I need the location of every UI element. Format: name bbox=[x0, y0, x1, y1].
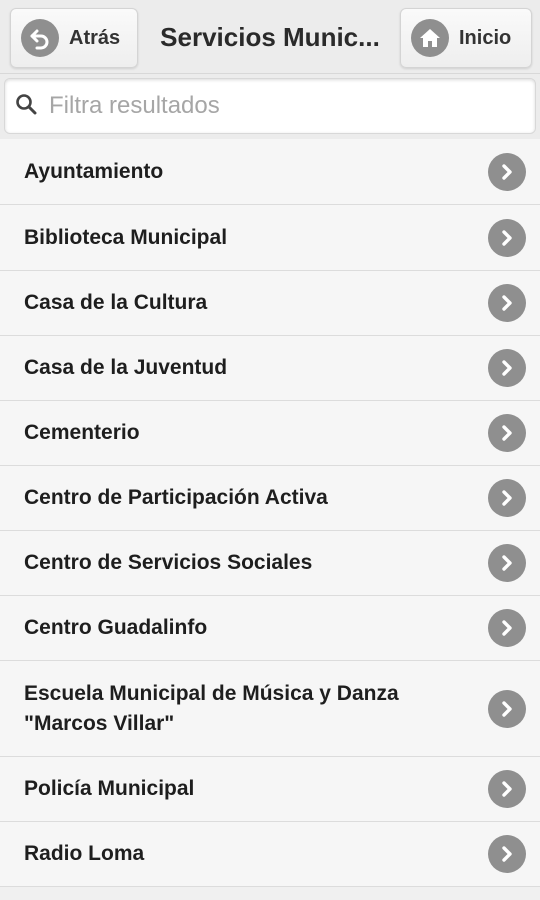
list-item[interactable]: Centro Guadalinfo bbox=[0, 596, 540, 661]
chevron-right-icon bbox=[488, 689, 526, 728]
list-item-label: Policía Municipal bbox=[24, 777, 195, 800]
back-button-label: Atrás bbox=[69, 26, 121, 49]
list-item[interactable]: Ayuntamiento bbox=[0, 139, 540, 205]
list-item-label: Radio Loma bbox=[24, 842, 145, 865]
search-field[interactable] bbox=[4, 78, 536, 134]
list-item-label: Ayuntamiento bbox=[24, 159, 164, 183]
home-button[interactable]: Inicio bbox=[400, 8, 532, 68]
list-item[interactable]: Policía Municipal bbox=[0, 757, 540, 822]
search-bar bbox=[0, 74, 540, 139]
list-item[interactable]: Radio Loma bbox=[0, 822, 540, 887]
back-arrow-icon bbox=[21, 19, 59, 57]
search-icon bbox=[15, 93, 37, 120]
chevron-right-icon bbox=[488, 414, 526, 452]
list-item[interactable]: Cementerio bbox=[0, 401, 540, 466]
chevron-right-icon bbox=[488, 284, 526, 322]
list-item-label: Centro de Participación Activa bbox=[24, 486, 328, 509]
chevron-right-icon bbox=[488, 349, 526, 387]
list-item-label: Casa de la Cultura bbox=[24, 291, 208, 314]
chevron-right-icon bbox=[488, 544, 526, 582]
list-item[interactable]: Biblioteca Municipal bbox=[0, 205, 540, 271]
chevron-right-icon bbox=[488, 218, 526, 257]
list-item[interactable]: Escuela Municipal de Música y Danza "Mar… bbox=[0, 661, 540, 757]
page-title: Servicios Munic... bbox=[160, 21, 380, 52]
chevron-right-icon bbox=[488, 835, 526, 873]
back-button[interactable]: Atrás bbox=[10, 8, 138, 68]
list-item-label: Biblioteca Municipal bbox=[24, 225, 228, 249]
list-item[interactable]: Casa de la Cultura bbox=[0, 271, 540, 336]
home-button-label: Inicio bbox=[459, 26, 512, 49]
chevron-right-icon bbox=[488, 152, 526, 191]
search-input[interactable] bbox=[49, 92, 525, 120]
services-list: Ayuntamiento Biblioteca Municipal Casa de … bbox=[0, 139, 540, 887]
list-item-label: Escuela Municipal de Música y Danza "Mar… bbox=[24, 681, 399, 735]
list-item-label: Casa de la Juventud bbox=[24, 356, 228, 379]
chevron-right-icon bbox=[488, 609, 526, 647]
list-item-label: Centro Guadalinfo bbox=[24, 616, 208, 639]
list-item-label: Cementerio bbox=[24, 421, 140, 444]
app-header: Atrás Servicios Munic... Inicio bbox=[0, 0, 540, 74]
home-icon bbox=[411, 19, 449, 57]
list-item[interactable]: Centro de Servicios Sociales bbox=[0, 531, 540, 596]
chevron-right-icon bbox=[488, 770, 526, 808]
chevron-right-icon bbox=[488, 479, 526, 517]
list-item[interactable]: Centro de Participación Activa bbox=[0, 466, 540, 531]
list-item-label: Centro de Servicios Sociales bbox=[24, 551, 313, 574]
list-item[interactable]: Casa de la Juventud bbox=[0, 336, 540, 401]
